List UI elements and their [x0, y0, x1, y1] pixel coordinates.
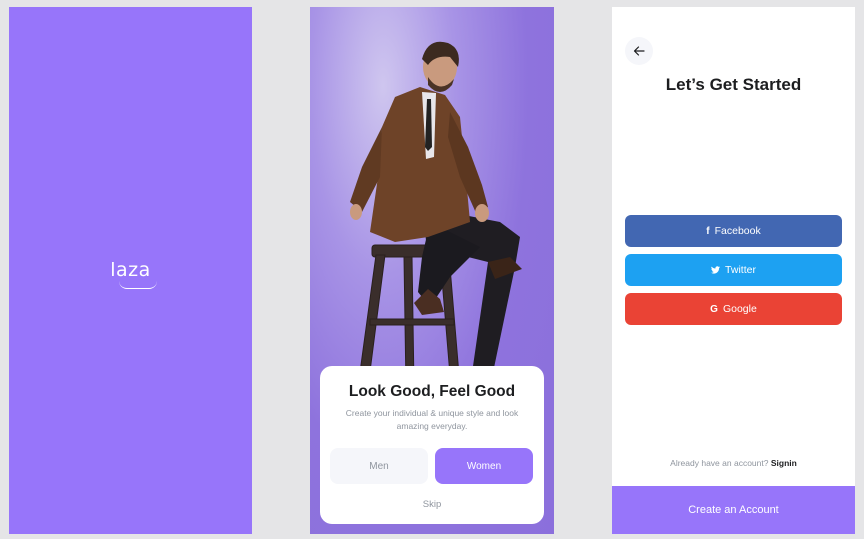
laza-logo: laza: [110, 259, 151, 281]
twitter-icon: [711, 266, 721, 274]
google-icon: G: [710, 303, 718, 315]
page-title: Let’s Get Started: [665, 75, 802, 94]
onboarding-screen: Look Good, Feel Good Create your individ…: [310, 7, 554, 534]
google-button[interactable]: G Google: [625, 293, 842, 325]
women-button[interactable]: Women: [435, 448, 533, 484]
onboarding-subtitle: Create your individual & unique style an…: [345, 408, 519, 431]
signin-prompt: Already have an account? Signin: [612, 458, 855, 468]
create-account-button[interactable]: Create an Account: [612, 486, 855, 534]
splash-screen: laza: [9, 7, 252, 534]
have-account-text: Already have an account?: [670, 458, 769, 468]
twitter-button[interactable]: Twitter: [625, 254, 842, 286]
get-started-screen: Let’s Get Started f Facebook Twitter G G…: [612, 7, 855, 534]
back-button[interactable]: [625, 37, 653, 65]
facebook-button[interactable]: f Facebook: [625, 215, 842, 247]
model-photo: [350, 41, 522, 387]
onboarding-title: Look Good, Feel Good: [348, 383, 516, 400]
twitter-label: Twitter: [725, 264, 756, 276]
facebook-icon: f: [706, 225, 710, 237]
google-label: Google: [722, 303, 757, 315]
facebook-label: Facebook: [714, 225, 761, 237]
logo-smile: [119, 281, 157, 289]
signin-link[interactable]: Signin: [771, 458, 797, 468]
men-button[interactable]: Men: [330, 448, 428, 484]
arrow-left-icon: [633, 46, 645, 56]
skip-link[interactable]: Skip: [320, 499, 544, 510]
onboarding-card: Look Good, Feel Good Create your individ…: [320, 366, 544, 524]
